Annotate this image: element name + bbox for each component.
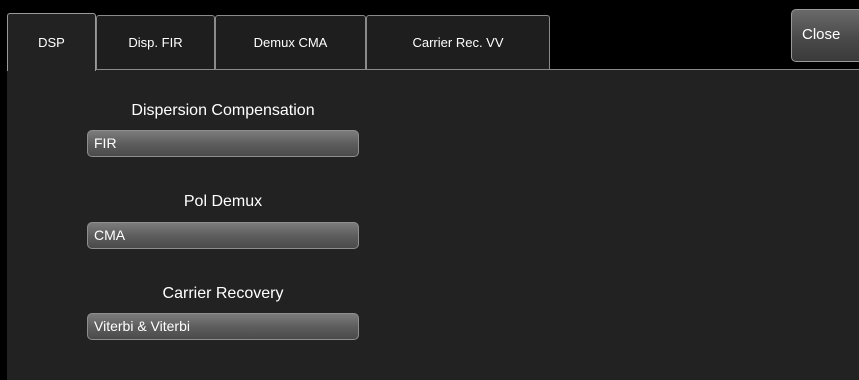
- tab-dsp[interactable]: DSP: [7, 13, 96, 71]
- dsp-panel: Dispersion Compensation FIR Pol Demux CM…: [7, 69, 859, 380]
- carrier-recovery-select[interactable]: Viterbi & Viterbi: [87, 313, 359, 340]
- carrier-recovery-label: Carrier Recovery: [162, 285, 284, 302]
- close-button[interactable]: Close: [791, 9, 859, 62]
- pol-demux-select[interactable]: CMA: [87, 222, 359, 249]
- dispersion-compensation-select[interactable]: FIR: [87, 130, 359, 157]
- tab-demux-cma[interactable]: Demux CMA: [215, 15, 366, 69]
- tab-disp-fir[interactable]: Disp. FIR: [96, 15, 215, 69]
- tab-carrier-rec-vv[interactable]: Carrier Rec. VV: [366, 15, 550, 69]
- pol-demux-label: Pol Demux: [183, 193, 263, 210]
- dsp-dialog: DSP Disp. FIR Demux CMA Carrier Rec. VV …: [7, 0, 859, 380]
- dispersion-compensation-label: Dispersion Compensation: [131, 102, 315, 119]
